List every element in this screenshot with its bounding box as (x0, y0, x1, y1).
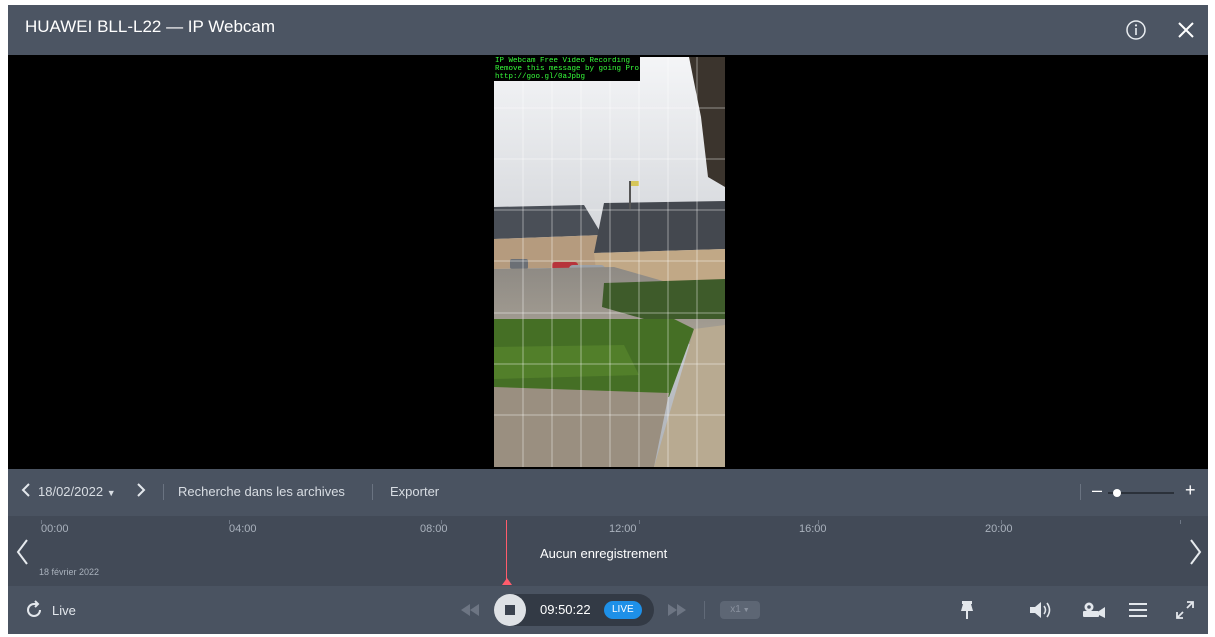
live-button[interactable]: Live (24, 598, 76, 622)
divider (372, 484, 373, 500)
speed-selector[interactable]: x1 ▼ (720, 601, 760, 619)
timeline-next-icon[interactable] (1186, 538, 1206, 568)
fast-forward-icon[interactable] (668, 598, 686, 622)
date-label: 18/02/2022 (38, 484, 104, 499)
video-viewport[interactable]: IP Webcam Free Video Recording Remove th… (8, 55, 1208, 469)
chevron-down-icon: ▼ (106, 488, 116, 498)
date-selector[interactable]: 18/02/2022 ▼ (38, 484, 116, 499)
camera-frame: IP Webcam Free Video Recording Remove th… (494, 57, 725, 467)
refresh-icon (27, 600, 41, 617)
tick-label: 04:00 (229, 523, 257, 535)
watermark-text: IP Webcam Free Video Recording Remove th… (494, 57, 641, 81)
tick-label: 00:00 (41, 523, 69, 535)
ptz-camera-icon[interactable] (1082, 598, 1106, 622)
watermark-line: IP Webcam Free Video Recording (495, 57, 631, 65)
menu-icon[interactable] (1129, 598, 1147, 622)
window-title: HUAWEI BLL-L22 — IP Webcam (25, 17, 276, 36)
pin-icon[interactable] (960, 598, 974, 622)
time-cursor-marker[interactable] (502, 578, 512, 585)
tick-label: 12:00 (609, 523, 637, 535)
speed-label: x1 (730, 604, 741, 615)
live-label: Live (52, 602, 76, 618)
time-cursor[interactable] (506, 520, 507, 580)
zoom-slider-handle[interactable] (1113, 489, 1121, 497)
title-bar: HUAWEI BLL-L22 — IP Webcam (8, 5, 1208, 55)
timeline[interactable]: 00:00 04:00 08:00 12:00 16:00 20:00 18 f… (8, 516, 1208, 586)
current-time: 09:50:22 (540, 602, 591, 617)
divider (704, 601, 705, 619)
next-day-icon[interactable] (136, 482, 146, 501)
rewind-icon[interactable] (461, 598, 479, 622)
zoom-in-button[interactable]: + (1185, 480, 1196, 501)
watermark-line: http://goo.gl/0aJpbg (495, 73, 586, 81)
tick-label: 08:00 (420, 523, 448, 535)
live-badge: LIVE (604, 601, 642, 619)
playback-bar: Live 09:50:22 LIVE x1 ▼ (8, 586, 1208, 634)
divider (163, 484, 164, 500)
tick-mark (639, 520, 640, 524)
prev-day-icon[interactable] (21, 482, 31, 501)
no-recording-label: Aucun enregistrement (540, 546, 668, 561)
divider (1080, 484, 1081, 500)
info-icon[interactable] (1121, 15, 1151, 45)
timeline-prev-icon[interactable] (12, 538, 32, 568)
stop-button[interactable] (494, 594, 526, 626)
chevron-down-icon: ▼ (740, 607, 750, 614)
camera-image (494, 57, 725, 467)
close-icon[interactable] (1171, 15, 1201, 45)
timeline-date-label: 18 février 2022 (39, 567, 100, 577)
tick-mark (1180, 520, 1181, 524)
fullscreen-icon[interactable] (1176, 598, 1194, 622)
stop-icon (505, 605, 515, 615)
zoom-out-button[interactable]: – (1092, 480, 1102, 501)
export-button[interactable]: Exporter (390, 484, 439, 499)
archive-toolbar: 18/02/2022 ▼ Recherche dans les archives… (8, 469, 1208, 516)
tick-label: 16:00 (799, 523, 827, 535)
tick-label: 20:00 (985, 523, 1013, 535)
search-archives-button[interactable]: Recherche dans les archives (178, 484, 345, 499)
watermark-line: Remove this message by going Pro (495, 65, 640, 73)
volume-icon[interactable] (1030, 598, 1052, 622)
app-window: HUAWEI BLL-L22 — IP Webcam IP Webcam Fre… (8, 5, 1208, 634)
